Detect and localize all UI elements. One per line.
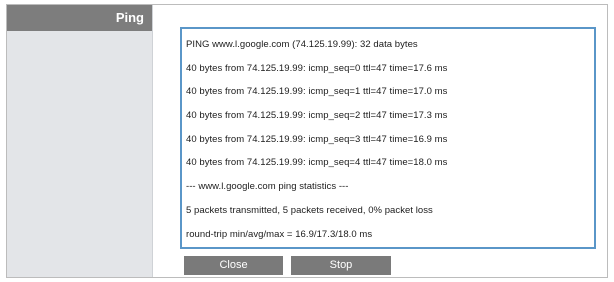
output-line: 40 bytes from 74.125.19.99: icmp_seq=1 t… <box>186 86 448 98</box>
output-line: 5 packets transmitted, 5 packets receive… <box>186 204 433 216</box>
ping-output-box[interactable]: PING www.l.google.com (74.125.19.99): 32… <box>180 27 596 249</box>
output-line: round-trip min/avg/max = 16.9/17.3/18.0 … <box>186 228 373 240</box>
sidebar: Ping <box>7 5 153 277</box>
output-line: PING www.l.google.com (74.125.19.99): 32… <box>186 39 418 50</box>
output-line: --- www.l.google.com ping statistics --- <box>186 181 349 193</box>
output-line: 40 bytes from 74.125.19.99: icmp_seq=3 t… <box>186 133 448 145</box>
sidebar-title: Ping <box>7 5 152 31</box>
output-line: 40 bytes from 74.125.19.99: icmp_seq=2 t… <box>186 110 448 122</box>
output-line: 40 bytes from 74.125.19.99: icmp_seq=0 t… <box>186 62 448 74</box>
stop-button[interactable]: Stop <box>291 256 391 275</box>
close-button[interactable]: Close <box>184 256 283 275</box>
output-line: 40 bytes from 74.125.19.99: icmp_seq=4 t… <box>186 157 448 169</box>
